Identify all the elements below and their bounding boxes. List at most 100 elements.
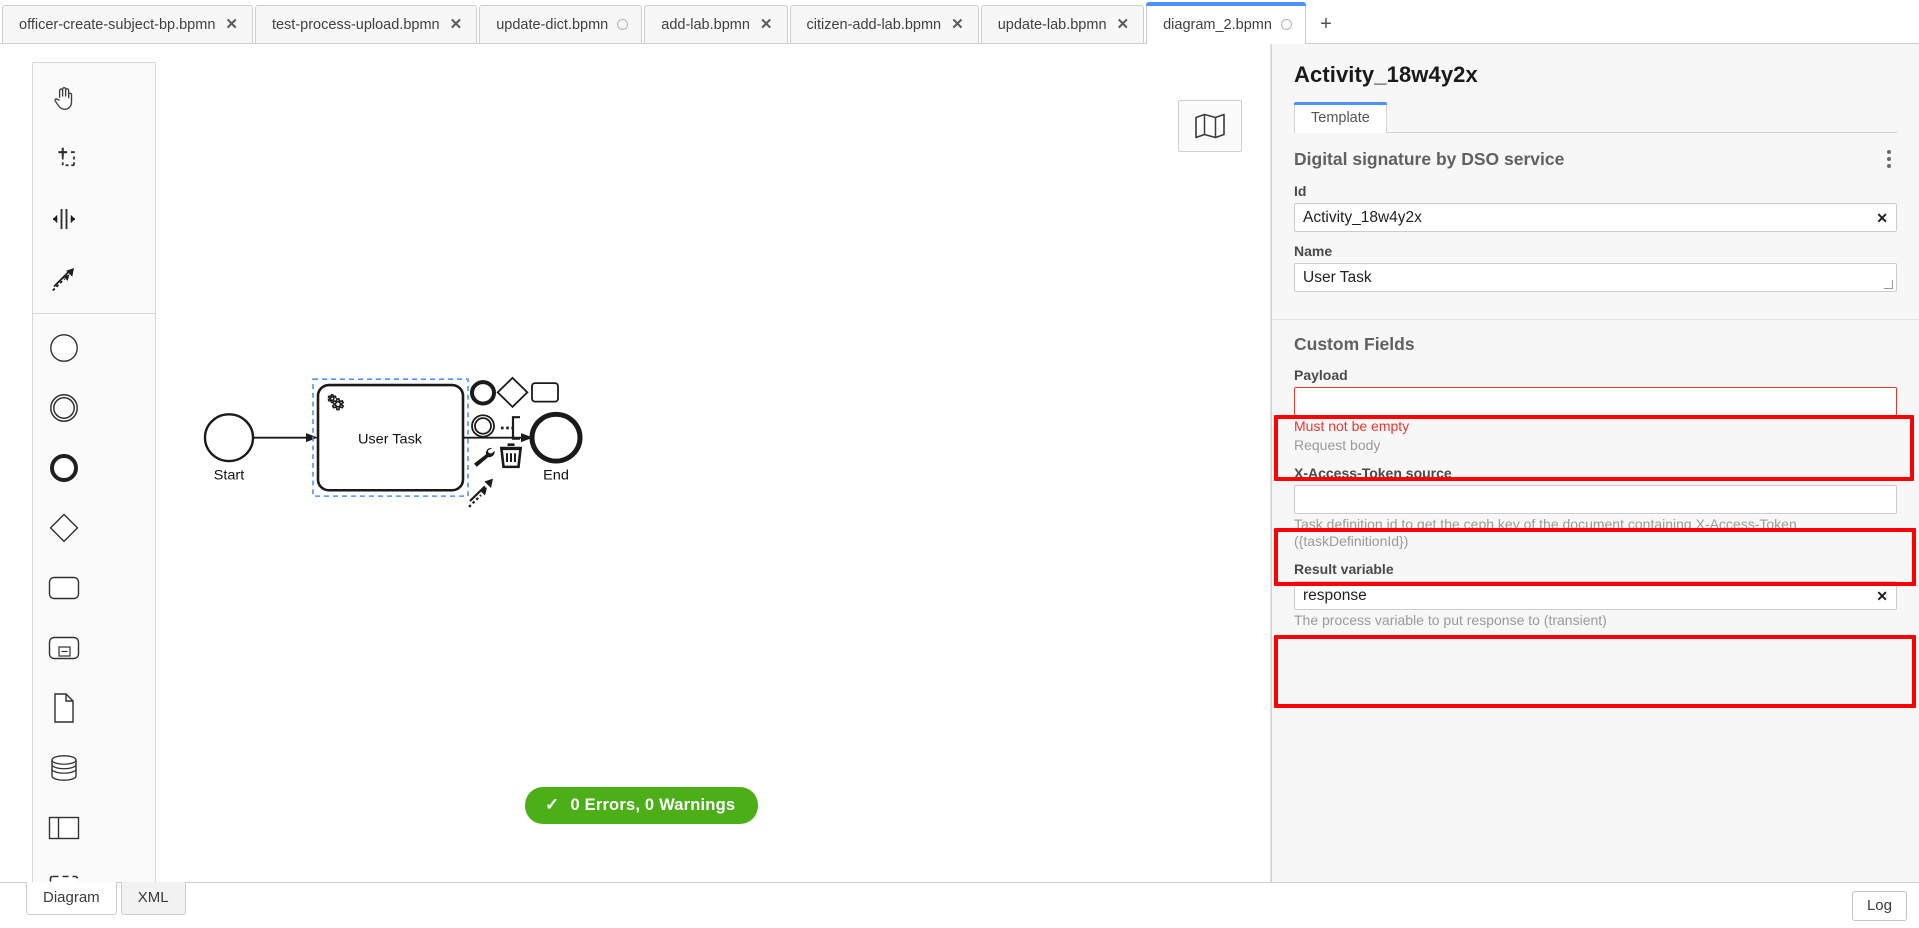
unsaved-indicator-icon[interactable]	[1281, 19, 1292, 30]
bpmn-canvas[interactable]: Start User Task	[0, 44, 1271, 882]
editor-footer: Diagram XML Log	[0, 882, 1919, 928]
editor-body: Start User Task	[0, 44, 1919, 882]
change-type-wrench-icon	[474, 448, 495, 467]
result-variable-input[interactable]	[1294, 581, 1897, 610]
resize-grip-icon[interactable]	[1883, 279, 1895, 291]
editor-tab-3[interactable]: add-lab.bpmn ✕	[644, 5, 787, 43]
tab-diagram-label: Diagram	[43, 889, 100, 906]
context-pad	[469, 378, 558, 507]
group-custom-fields-header: Custom Fields	[1294, 334, 1897, 355]
end-event-icon[interactable]	[33, 438, 95, 498]
editor-tab-label: update-lab.bpmn	[998, 17, 1107, 33]
close-icon[interactable]: ✕	[950, 17, 965, 32]
service-task-gear-icon	[328, 395, 343, 410]
new-tab-button[interactable]: +	[1308, 8, 1344, 40]
tab-diagram[interactable]: Diagram	[26, 882, 117, 915]
group-template-header: Digital signature by DSO service	[1294, 147, 1897, 171]
kebab-menu-icon[interactable]	[1881, 147, 1897, 171]
editor-tab-label: test-process-upload.bpmn	[272, 17, 440, 33]
tab-xml-label: XML	[138, 889, 169, 906]
field-x-access-token-source-input-wrap	[1294, 485, 1897, 514]
editor-tab-label: add-lab.bpmn	[661, 17, 750, 33]
id-input[interactable]	[1294, 203, 1897, 232]
payload-input[interactable]	[1294, 387, 1897, 416]
payload-error-text: Must not be empty	[1294, 418, 1897, 435]
group-custom-fields: Custom Fields Payload Must not be empty …	[1272, 320, 1919, 656]
bpmn-palette	[32, 62, 156, 882]
editor-tab-label: update-dict.bpmn	[496, 17, 608, 33]
append-intermediate-event-icon	[472, 415, 494, 436]
tab-xml[interactable]: XML	[121, 882, 186, 915]
start-event-icon[interactable]	[33, 318, 95, 378]
group-template: Digital signature by DSO service Id ✕ Na…	[1272, 133, 1919, 320]
lasso-tool-icon[interactable]	[33, 129, 95, 189]
palette-group-tools	[33, 69, 155, 309]
user-task-shape	[318, 385, 463, 490]
append-task-icon	[532, 383, 558, 402]
tab-template[interactable]: Template	[1294, 102, 1387, 133]
bpmn-modeler-app: officer-create-subject-bp.bpmn ✕ test-pr…	[0, 0, 1919, 928]
editor-tab-5[interactable]: update-lab.bpmn ✕	[981, 5, 1144, 43]
field-name: Name	[1294, 243, 1897, 292]
editor-tab-4[interactable]: citizen-add-lab.bpmn ✕	[790, 5, 979, 43]
check-icon: ✓	[545, 795, 559, 815]
editor-tab-label: officer-create-subject-bp.bpmn	[19, 17, 215, 33]
log-button[interactable]: Log	[1852, 891, 1907, 921]
editor-tab-0[interactable]: officer-create-subject-bp.bpmn ✕	[2, 5, 253, 43]
close-icon[interactable]: ✕	[224, 17, 239, 32]
unsaved-indicator-icon[interactable]	[617, 19, 628, 30]
close-icon[interactable]: ✕	[449, 17, 464, 32]
editor-tab-bar: officer-create-subject-bp.bpmn ✕ test-pr…	[0, 0, 1919, 44]
start-event-label: Start	[214, 468, 245, 484]
close-icon[interactable]: ✕	[759, 17, 774, 32]
connect-arrow-icon	[469, 479, 493, 507]
x-access-token-source-input[interactable]	[1294, 485, 1897, 514]
editor-tab-2[interactable]: update-dict.bpmn	[479, 5, 642, 43]
payload-hint-text: Request body	[1294, 437, 1897, 454]
selection-outline	[313, 379, 468, 496]
subprocess-icon[interactable]	[33, 618, 95, 678]
properties-scroll-area[interactable]: Digital signature by DSO service Id ✕ Na…	[1272, 133, 1919, 882]
connect-tool-icon[interactable]	[33, 249, 95, 309]
properties-panel: Properties Panel Activity_18w4y2x Templa…	[1271, 44, 1919, 882]
properties-panel-toggle[interactable]: Properties Panel	[1271, 304, 1272, 434]
group-icon[interactable]	[33, 858, 95, 882]
intermediate-event-icon[interactable]	[33, 378, 95, 438]
footer-tab-list: Diagram XML	[26, 882, 190, 915]
group-custom-fields-title: Custom Fields	[1294, 334, 1415, 355]
gateway-icon[interactable]	[33, 498, 95, 558]
field-result-variable: Result variable ✕ The process variable t…	[1294, 561, 1897, 629]
field-id: Id ✕	[1294, 183, 1897, 232]
name-input[interactable]	[1294, 263, 1897, 292]
field-id-input-wrap: ✕	[1294, 203, 1897, 232]
result-variable-hint-text: The process variable to put response to …	[1294, 612, 1897, 629]
map-icon	[1193, 111, 1227, 141]
bpmn-diagram: Start User Task	[0, 44, 1270, 882]
tab-template-label: Template	[1311, 110, 1370, 126]
field-name-label: Name	[1294, 243, 1897, 259]
x-access-token-source-hint-text: Task definition id to get the ceph key o…	[1294, 516, 1897, 550]
append-gateway-icon	[498, 378, 528, 407]
delete-trash-icon	[500, 445, 522, 467]
clear-icon[interactable]: ✕	[1876, 211, 1888, 225]
close-icon[interactable]: ✕	[1116, 17, 1131, 32]
properties-panel-header: Activity_18w4y2x Template	[1272, 44, 1919, 133]
space-tool-icon[interactable]	[33, 189, 95, 249]
group-template-title: Digital signature by DSO service	[1294, 149, 1564, 170]
task-icon[interactable]	[33, 558, 95, 618]
data-object-icon[interactable]	[33, 678, 95, 738]
field-name-input-wrap	[1294, 263, 1897, 292]
editor-tab-1[interactable]: test-process-upload.bpmn ✕	[255, 5, 477, 43]
validation-status-badge[interactable]: ✓ 0 Errors, 0 Warnings	[525, 787, 758, 824]
data-store-icon[interactable]	[33, 738, 95, 798]
editor-tab-6-active[interactable]: diagram_2.bpmn	[1146, 2, 1306, 43]
field-id-label: Id	[1294, 183, 1897, 199]
editor-tab-label: diagram_2.bpmn	[1163, 17, 1272, 33]
field-payload-input-wrap	[1294, 387, 1897, 416]
clear-icon[interactable]: ✕	[1876, 589, 1888, 603]
field-result-variable-input-wrap: ✕	[1294, 581, 1897, 610]
editor-tab-label: citizen-add-lab.bpmn	[807, 17, 942, 33]
participant-icon[interactable]	[33, 798, 95, 858]
hand-tool-icon[interactable]	[33, 69, 95, 129]
minimap-toggle-button[interactable]	[1178, 100, 1242, 152]
